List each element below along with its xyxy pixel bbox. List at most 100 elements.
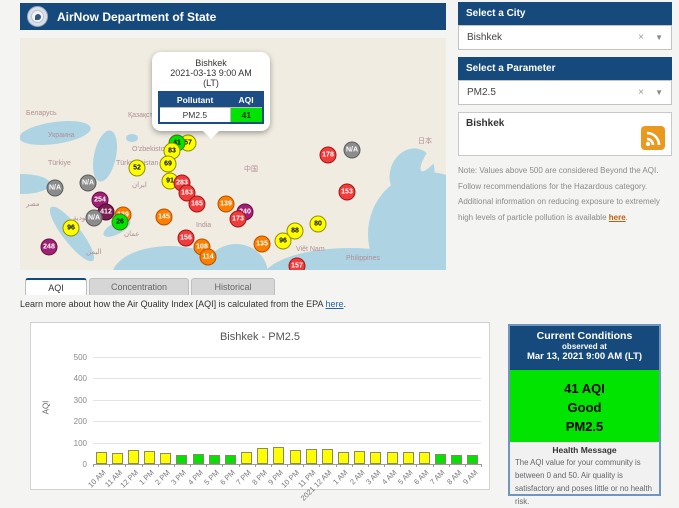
aqi-marker[interactable]: 248 bbox=[40, 238, 58, 256]
learn-more-text: Learn more about how the Air Quality Ind… bbox=[20, 299, 347, 309]
chart-x-tick bbox=[481, 464, 482, 467]
chart-bar[interactable] bbox=[402, 451, 414, 464]
city-chevron-down-icon[interactable]: ▼ bbox=[655, 33, 663, 42]
chart-bar[interactable] bbox=[435, 453, 447, 464]
chart-x-tick bbox=[141, 464, 143, 467]
aqi-marker[interactable]: N/A bbox=[85, 209, 103, 227]
chart-x-tick bbox=[287, 464, 288, 467]
parameter-clear-icon[interactable]: × bbox=[638, 87, 644, 98]
chart-bar[interactable] bbox=[467, 455, 479, 464]
chart-x-label: 5 PM bbox=[201, 468, 221, 487]
chart-x-label: 2 PM bbox=[153, 468, 173, 487]
chart-bar[interactable] bbox=[95, 451, 107, 464]
chart-bar[interactable] bbox=[451, 455, 463, 464]
chart-gridline bbox=[93, 399, 481, 401]
chart-bar[interactable] bbox=[144, 450, 156, 464]
chart-x-tick bbox=[222, 464, 224, 467]
parameter-select-value: PM2.5 bbox=[467, 87, 496, 98]
chart-x-tick bbox=[319, 464, 321, 467]
chart-bar[interactable] bbox=[386, 451, 398, 464]
aqi-marker[interactable]: 139 bbox=[217, 195, 235, 213]
chart-x-tick bbox=[125, 464, 127, 467]
aqi-marker[interactable]: 178 bbox=[319, 146, 337, 164]
aqi-marker[interactable]: 153 bbox=[338, 183, 356, 201]
health-message-title: Health Message bbox=[552, 445, 617, 455]
chart-bar[interactable] bbox=[321, 448, 333, 464]
rss-icon[interactable] bbox=[641, 126, 665, 150]
chart-x-tick bbox=[270, 464, 272, 467]
city-select[interactable]: Bishkek × ▼ bbox=[458, 25, 672, 50]
conditions-header: Current Conditions observed at Mar 13, 2… bbox=[510, 326, 659, 370]
aqi-marker[interactable]: N/A bbox=[46, 179, 64, 197]
learn-more-here-link[interactable]: here bbox=[326, 299, 344, 309]
map-country-label: مصر bbox=[26, 201, 40, 208]
chart-y-tick-label: 300 bbox=[73, 395, 87, 405]
conditions-aqi-section: 41 AQI Good PM2.5 bbox=[510, 370, 659, 442]
map-water-shape bbox=[126, 134, 138, 142]
parameter-chevron-down-icon[interactable]: ▼ bbox=[655, 88, 663, 97]
chart-y-axis-label: AQI bbox=[41, 400, 51, 415]
current-conditions-card: Current Conditions observed at Mar 13, 2… bbox=[508, 324, 661, 506]
tab-bar: AQI Concentration Historical bbox=[25, 278, 277, 295]
aqi-marker[interactable]: 165 bbox=[188, 195, 206, 213]
chart-gridline bbox=[93, 357, 481, 358]
aqi-marker[interactable]: 145 bbox=[155, 208, 173, 226]
aqi-marker[interactable]: 157 bbox=[288, 257, 306, 270]
aqi-marker[interactable]: 80 bbox=[309, 215, 327, 233]
chart-bar[interactable] bbox=[338, 451, 350, 464]
app-header: AirNow Department of State bbox=[20, 3, 446, 30]
chart-x-tick bbox=[206, 464, 208, 467]
aqi-marker[interactable]: 26 bbox=[111, 213, 129, 231]
chart-bar[interactable] bbox=[273, 447, 285, 464]
note-here-link[interactable]: here bbox=[609, 213, 626, 222]
map-country-label: India bbox=[196, 222, 212, 229]
tab-aqi[interactable]: AQI bbox=[25, 278, 87, 295]
map-country-label: Украина bbox=[48, 132, 75, 139]
chart-bar[interactable] bbox=[241, 452, 253, 464]
chart-bar[interactable] bbox=[224, 454, 236, 464]
chart-bar[interactable] bbox=[305, 449, 317, 464]
chart-bar[interactable] bbox=[370, 451, 382, 464]
aqi-marker[interactable]: 96 bbox=[62, 219, 80, 237]
chart-y-tick-label: 0 bbox=[82, 460, 87, 469]
map[interactable]: Беларусь Украина Türkiye Қазақстан O'zbekist… bbox=[20, 38, 446, 270]
city-panel-title: Select a City bbox=[458, 2, 672, 25]
map-water-shape bbox=[88, 128, 122, 184]
chart-bar[interactable] bbox=[127, 449, 139, 464]
chart-bar[interactable] bbox=[289, 449, 301, 464]
chart-gridline bbox=[93, 442, 481, 444]
conditions-health-section: Health Message The AQI value for your co… bbox=[510, 442, 659, 506]
aqi-marker[interactable]: 135 bbox=[253, 235, 271, 253]
aqi-marker[interactable]: 173 bbox=[229, 210, 247, 228]
chart-y-tick-label: 400 bbox=[73, 374, 87, 384]
tab-historical[interactable]: Historical bbox=[191, 278, 275, 295]
city-panel: Select a City Bishkek × ▼ bbox=[458, 2, 672, 50]
map-country-label: Philippines bbox=[346, 255, 380, 262]
chart-bar[interactable] bbox=[418, 451, 430, 464]
chart-bar[interactable] bbox=[354, 450, 366, 464]
aqi-marker[interactable]: N/A bbox=[343, 141, 361, 159]
chart-x-label: 5 AM bbox=[396, 468, 415, 487]
map-country-label: Việt Nam bbox=[296, 246, 325, 253]
chart-bar[interactable] bbox=[192, 453, 204, 464]
tab-concentration[interactable]: Concentration bbox=[89, 278, 189, 295]
conditions-category: Good bbox=[567, 399, 602, 415]
aqi-marker[interactable]: 69 bbox=[159, 155, 177, 173]
city-clear-icon[interactable]: × bbox=[638, 32, 644, 43]
aqi-chart: Bishkek - PM2.5 AQI 10 AM 11 AM 12 PM 1 PM 2… bbox=[30, 322, 490, 503]
chart-bar[interactable] bbox=[208, 455, 220, 464]
chart-bar[interactable] bbox=[176, 455, 188, 464]
chart-x-tick bbox=[303, 464, 305, 467]
parameter-select[interactable]: PM2.5 × ▼ bbox=[458, 80, 672, 105]
chart-x-label: 9 AM bbox=[460, 468, 480, 487]
dos-seal-icon bbox=[27, 6, 48, 27]
chart-x-tick bbox=[384, 464, 385, 467]
aqi-marker[interactable]: 114 bbox=[199, 248, 217, 266]
aqi-marker[interactable]: 96 bbox=[274, 232, 292, 250]
aqi-marker[interactable]: 156 bbox=[177, 229, 195, 247]
aqi-marker[interactable]: N/A bbox=[79, 174, 97, 192]
aqi-marker[interactable]: 52 bbox=[128, 159, 146, 177]
chart-bar[interactable] bbox=[160, 452, 172, 464]
chart-bar[interactable] bbox=[257, 447, 269, 464]
chart-bar[interactable] bbox=[111, 452, 123, 464]
